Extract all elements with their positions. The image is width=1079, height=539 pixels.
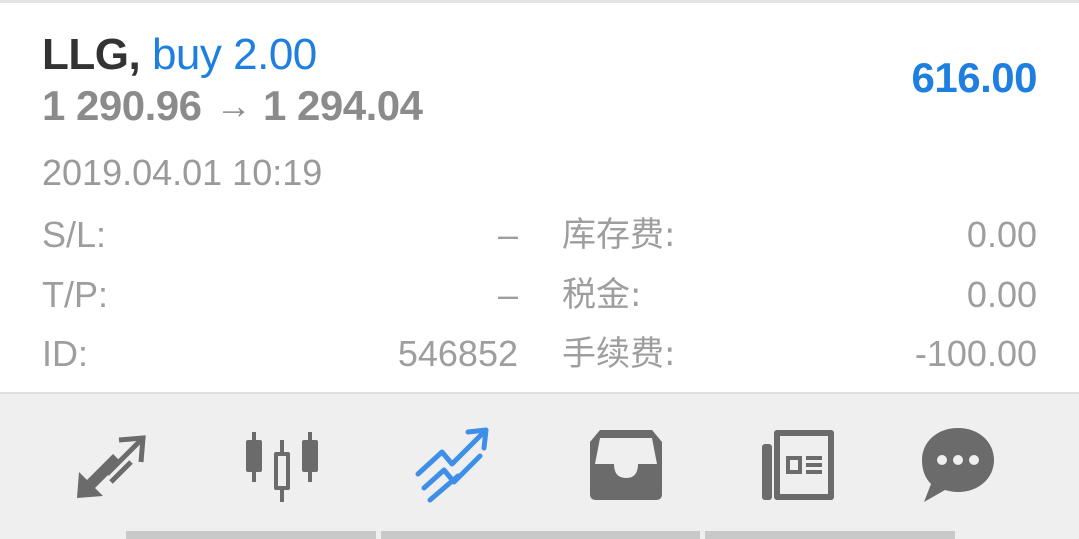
trade-trend-icon — [415, 427, 489, 503]
detail-row-tp: T/P: – 税金: 0.00 — [0, 273, 1079, 317]
position-header: LLG, buy 2.00 — [42, 29, 317, 81]
bottom-toolbar — [0, 392, 1079, 539]
sl-label: S/L: — [42, 214, 107, 255]
price-line: 1 290.96 → 1 294.04 — [42, 81, 423, 133]
detail-row-id: ID: 546852 手续费: -100.00 — [0, 332, 1079, 376]
quotes-tab[interactable] — [69, 424, 153, 508]
swap-label: 库存费: — [562, 215, 676, 255]
inbox-icon — [590, 430, 662, 500]
bottom-tab-indicators — [0, 531, 1079, 539]
taxes-value: 0.00 — [966, 274, 1037, 315]
tab-indicator-left — [126, 531, 376, 539]
commission-label: 手续费: — [562, 334, 676, 374]
mailbox-tab[interactable] — [584, 424, 668, 508]
taxes-label: 税金: — [562, 275, 642, 315]
news-icon — [762, 430, 834, 500]
trade-tab[interactable] — [412, 424, 496, 508]
chat-bubble-icon — [922, 428, 994, 502]
quotes-arrows-icon — [77, 435, 146, 498]
swap-value: 0.00 — [966, 214, 1037, 255]
open-price: 1 290.96 — [42, 82, 202, 129]
detail-row-sl: S/L: – 库存费: 0.00 — [0, 213, 1079, 257]
symbol-separator: , — [128, 30, 141, 79]
side-volume: buy 2.00 — [151, 30, 317, 79]
price-arrow: → — [215, 85, 252, 126]
tab-indicator-center — [381, 531, 700, 539]
current-price: 1 294.04 — [263, 82, 423, 129]
commission-value: -100.00 — [914, 333, 1037, 374]
open-datetime: 2019.04.01 10:19 — [42, 152, 323, 193]
profit-value: 616.00 — [911, 54, 1038, 101]
id-label: ID: — [42, 333, 89, 374]
candlestick-chart-icon — [246, 432, 318, 502]
tp-label: T/P: — [42, 274, 109, 315]
tab-indicator-right — [705, 531, 955, 539]
id-value: 546852 — [397, 333, 518, 374]
chat-tab[interactable] — [916, 424, 1000, 508]
position-card[interactable]: LLG, buy 2.00 1 290.96 → 1 294.04 616.00 2… — [0, 3, 1079, 392]
chart-tab[interactable] — [240, 424, 324, 508]
news-tab[interactable] — [756, 424, 840, 508]
tp-value: – — [497, 274, 518, 315]
symbol-name: LLG — [42, 30, 129, 79]
sl-value: – — [497, 214, 518, 255]
